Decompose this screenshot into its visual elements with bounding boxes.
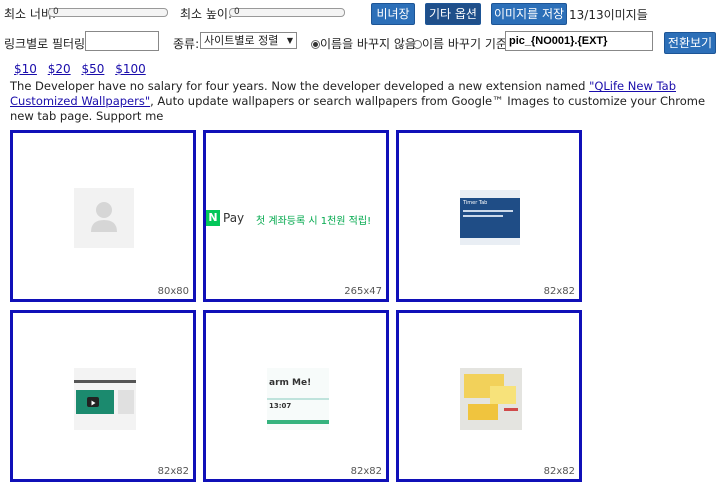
filter-label: 링크별로 필터링: bbox=[4, 37, 90, 51]
clock-text: 13:07 bbox=[269, 402, 292, 410]
donate-20-link[interactable]: $20 bbox=[48, 62, 71, 76]
radio-keep-name[interactable]: 이름을 바꾸지 않음 bbox=[311, 35, 416, 52]
image-card[interactable]: arm Me! 13:07 82x82 bbox=[203, 310, 389, 482]
image-count: 13/13이미지들 bbox=[569, 8, 648, 22]
donate-10-link[interactable]: $10 bbox=[14, 62, 37, 76]
clipped-text-strip bbox=[0, 54, 720, 60]
banner-text: 첫 계좌등록 시 1천원 적립! bbox=[256, 216, 372, 227]
more-options-button[interactable]: 기타 옵션 bbox=[425, 3, 481, 25]
pay-text: Pay bbox=[223, 211, 245, 225]
min-width-slider[interactable]: 0 bbox=[48, 7, 168, 17]
radio-rename[interactable]: 이름 바꾸기 기준 bbox=[413, 35, 507, 52]
donate-100-link[interactable]: $100 bbox=[115, 62, 146, 76]
radio-on-icon bbox=[311, 40, 320, 49]
radio-off-icon bbox=[413, 40, 422, 49]
naver-pay-banner: N Pay 첫 계좌등록 시 1천원 적립! bbox=[206, 208, 386, 230]
naver-logo-icon: N bbox=[206, 210, 220, 226]
min-height-label: 최소 높이: bbox=[180, 7, 233, 21]
sort-label: 종류: bbox=[173, 37, 200, 51]
min-height-slider[interactable]: 0 bbox=[229, 7, 345, 17]
min-width-value: 0 bbox=[53, 7, 59, 17]
filter-input[interactable] bbox=[85, 31, 159, 51]
thumb-screenshot: Timer Tab bbox=[460, 190, 520, 245]
developer-message: The Developer have no salary for four ye… bbox=[10, 79, 706, 123]
rename-pattern-input[interactable] bbox=[505, 31, 653, 51]
chevron-down-icon: ▼ bbox=[286, 36, 293, 45]
sort-selected-value: 사이트별로 정렬 bbox=[204, 34, 279, 47]
image-size: 82x82 bbox=[350, 466, 382, 477]
user-silhouette-icon bbox=[91, 202, 117, 232]
image-card[interactable]: 82x82 bbox=[10, 310, 196, 482]
image-card[interactable]: N Pay 첫 계좌등록 시 1천원 적립! 265x47 bbox=[203, 130, 389, 302]
image-card[interactable]: 80x80 bbox=[10, 130, 196, 302]
alarm-text: arm Me! bbox=[269, 378, 312, 388]
image-size: 82x82 bbox=[157, 466, 189, 477]
play-icon bbox=[87, 397, 99, 407]
thumb-title: Timer Tab bbox=[463, 200, 488, 206]
image-size: 82x82 bbox=[543, 466, 575, 477]
image-card[interactable]: Timer Tab 82x82 bbox=[396, 130, 582, 302]
sort-select[interactable]: 사이트별로 정렬 ▼ bbox=[200, 32, 297, 49]
avatar-placeholder bbox=[74, 188, 134, 248]
thumb-photo bbox=[460, 368, 522, 430]
image-size: 82x82 bbox=[543, 286, 575, 297]
donation-amounts: $10 $20 $50 $100 bbox=[14, 62, 146, 76]
thumb-screenshot bbox=[74, 368, 136, 430]
ratio-button[interactable]: 비녀장 bbox=[371, 3, 415, 25]
switch-view-button[interactable]: 전환보기 bbox=[664, 32, 716, 54]
image-size: 265x47 bbox=[344, 286, 382, 297]
donate-50-link[interactable]: $50 bbox=[81, 62, 104, 76]
thumb-screenshot: arm Me! 13:07 bbox=[267, 368, 329, 430]
save-images-button[interactable]: 이미지를 저장 bbox=[491, 3, 567, 25]
image-size: 80x80 bbox=[157, 286, 189, 297]
min-height-value: 0 bbox=[234, 7, 240, 17]
image-card[interactable]: 82x82 bbox=[396, 310, 582, 482]
